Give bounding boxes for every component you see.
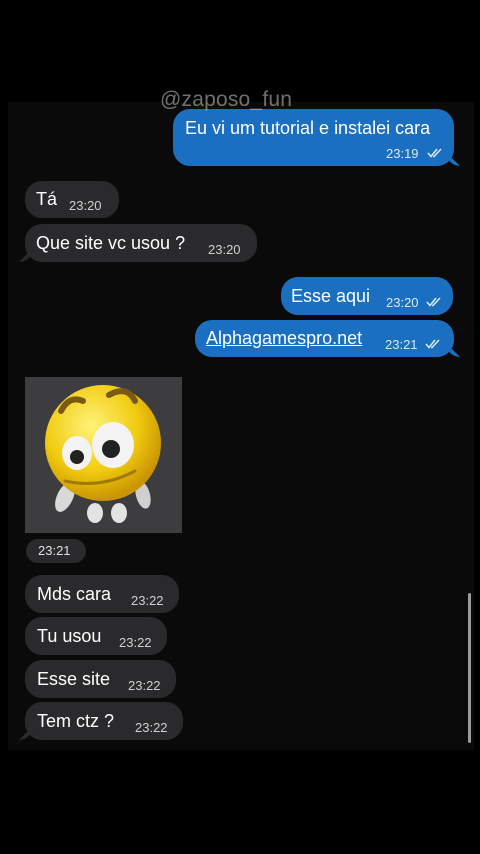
message-time: 23:20 — [386, 295, 419, 310]
read-receipt-icon — [427, 148, 442, 158]
emoji-sticker-icon — [45, 385, 161, 523]
message-text: Mds cara — [37, 584, 112, 604]
sticker-image[interactable] — [25, 377, 182, 533]
message-time: 23:20 — [69, 198, 102, 213]
link-text[interactable]: Alphagamespro.net — [206, 328, 362, 349]
message-incoming[interactable]: Tá 23:20 — [25, 181, 119, 218]
message-text: Tem ctz ? — [37, 711, 115, 731]
message-time: 23:20 — [208, 242, 241, 257]
sticker-time: 23:21 — [26, 539, 86, 563]
message-time: 23:22 — [128, 678, 161, 693]
scrollbar[interactable] — [468, 593, 471, 743]
read-receipt-icon — [426, 297, 441, 307]
message-outgoing[interactable]: Eu vi um tutorial e instalei cara 23:19 — [173, 109, 454, 166]
message-outgoing[interactable]: Esse aqui 23:20 — [281, 277, 453, 315]
message-text: Esse site — [37, 669, 111, 689]
message-time: 23:22 — [135, 720, 168, 735]
message-text: Esse aqui — [291, 286, 371, 306]
message-text: Eu vi um tutorial e instalei cara — [185, 118, 431, 138]
message-time: 23:21 — [385, 337, 418, 352]
watermark: @zaposo_fun — [160, 88, 293, 111]
message-outgoing-link[interactable]: Alphagamespro.net 23:21 — [195, 320, 454, 357]
message-time: 23:19 — [386, 146, 419, 161]
message-time: 23:22 — [119, 635, 152, 650]
message-text: Tu usou — [37, 626, 102, 646]
read-receipt-icon — [425, 339, 440, 349]
message-text: Que site vc usou ? — [36, 233, 186, 253]
message-incoming[interactable]: Tu usou 23:22 — [25, 617, 167, 655]
message-incoming[interactable]: Esse site 23:22 — [25, 660, 176, 698]
message-time: 23:22 — [131, 593, 164, 608]
message-incoming[interactable]: Mds cara 23:22 — [25, 575, 179, 613]
message-text: Tá — [36, 189, 58, 209]
message-incoming[interactable]: Que site vc usou ? 23:20 — [25, 224, 257, 262]
message-incoming[interactable]: Tem ctz ? 23:22 — [25, 702, 183, 740]
